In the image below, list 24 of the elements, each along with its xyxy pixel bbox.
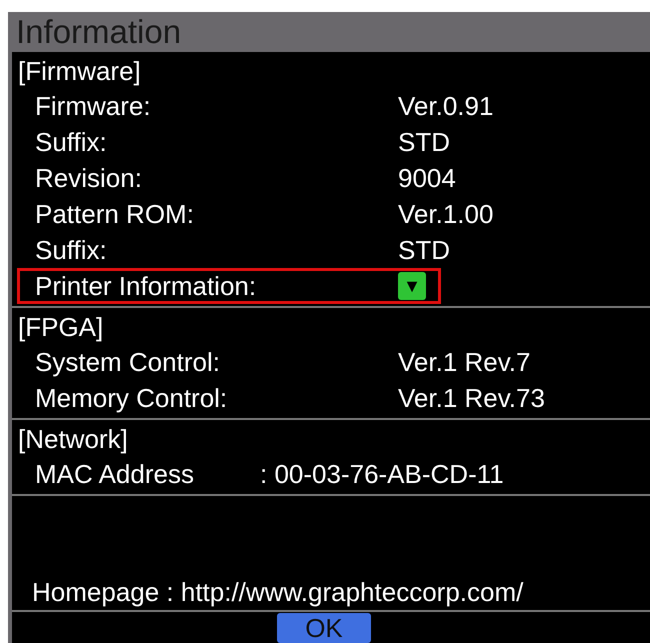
expand-button[interactable]: ▼	[398, 272, 426, 300]
field-label: Printer Information:	[35, 270, 258, 302]
field-label: Memory Control:	[35, 382, 228, 414]
field-label: Suffix:	[35, 234, 108, 266]
homepage-text: Homepage : http://www.graphteccorp.com/	[32, 576, 524, 608]
section-heading: [Network]	[17, 423, 129, 456]
field-value: Ver.1.00	[398, 198, 494, 230]
field-label: Suffix:	[35, 126, 108, 158]
field-value: Ver.1 Rev.73	[398, 382, 545, 414]
window-title: Information	[12, 12, 650, 52]
field-value: Ver.1 Rev.7	[398, 346, 530, 378]
section-heading: [FPGA]	[17, 311, 104, 344]
field-label: Pattern ROM:	[35, 198, 195, 230]
field-label: Firmware:	[35, 90, 152, 122]
field-value: STD	[398, 126, 450, 158]
section-heading: [Firmware]	[17, 55, 142, 88]
ok-button[interactable]: OK	[277, 613, 371, 643]
field-label: Revision:	[35, 162, 143, 194]
field-label: MAC Address	[35, 458, 195, 490]
field-value: 9004	[398, 162, 456, 194]
field-value: STD	[398, 234, 450, 266]
field-label: System Control:	[35, 346, 221, 378]
field-value: : 00-03-76-AB-CD-11	[260, 458, 504, 490]
field-value: Ver.0.91	[398, 90, 494, 122]
